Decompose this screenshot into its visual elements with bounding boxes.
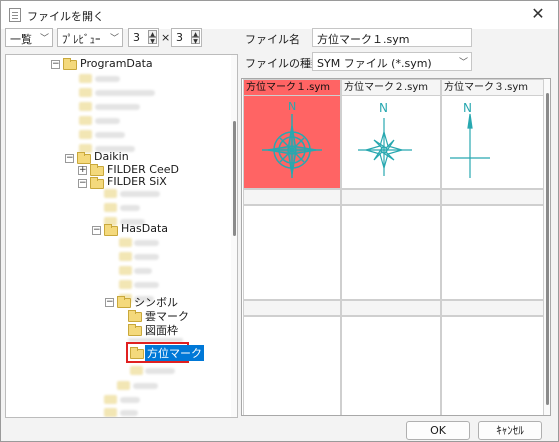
- columns-spin-buttons[interactable]: ▲ ▼: [148, 30, 157, 45]
- tree-node-filder-six[interactable]: FILDER SiX: [107, 175, 167, 188]
- tree-scrollbar[interactable]: [231, 55, 237, 417]
- collapse-icon[interactable]: −: [65, 154, 74, 163]
- spin-down-icon[interactable]: ▼: [148, 37, 157, 45]
- columns-value: 3: [133, 31, 140, 44]
- compass-star-icon: N: [358, 101, 412, 176]
- collapse-icon[interactable]: −: [92, 226, 101, 235]
- tree-node-drawing-frame[interactable]: 図面枠: [145, 322, 178, 338]
- filename-input[interactable]: 方位マーク１.sym: [312, 28, 472, 47]
- tree-node-compass-mark[interactable]: 方位マーク: [145, 345, 204, 361]
- folder-icon: [63, 58, 77, 70]
- title-bar: ファイルを開く ✕: [1, 1, 558, 29]
- tree-node-daikin[interactable]: Daikin: [94, 150, 129, 163]
- svg-text:N: N: [463, 101, 472, 115]
- preview-grid[interactable]: 方位マーク１.sym N 方位マーク２.sym N 方位マーク３.sym N: [241, 78, 551, 416]
- app-icon: [9, 8, 21, 22]
- open-folder-icon: [130, 347, 144, 359]
- open-file-dialog: ファイルを開く ✕ 一覧 ﹀ ﾌﾟﾚﾋﾞｭｰ ﹀ 3 ▲ ▼ × 3 ▲ ▼ − P…: [0, 0, 559, 442]
- preview-cell-2[interactable]: 方位マーク２.sym N: [341, 79, 441, 189]
- grid-scroll-thumb[interactable]: [546, 93, 549, 405]
- collapse-icon[interactable]: −: [51, 60, 60, 69]
- svg-text:N: N: [288, 100, 296, 113]
- rows-stepper[interactable]: 3 ▲ ▼: [171, 28, 202, 47]
- chevron-down-icon: ﹀: [109, 34, 119, 44]
- collapse-icon[interactable]: −: [105, 298, 114, 307]
- preview-cell-empty: [243, 316, 341, 415]
- preview-cell-empty: [341, 316, 441, 415]
- preview-cell-empty: [441, 316, 544, 415]
- folder-icon: [104, 224, 118, 236]
- expand-icon[interactable]: +: [78, 166, 87, 175]
- close-icon: ✕: [531, 4, 545, 23]
- chevron-down-icon: ﹀: [39, 34, 49, 44]
- tree-node-programdata[interactable]: ProgramData: [80, 57, 153, 70]
- folder-tree[interactable]: − ProgramData − Daikin + FILDER CeeD − F…: [5, 54, 238, 418]
- preview-mode-value: ﾌﾟﾚﾋﾞｭｰ: [62, 33, 101, 46]
- folder-icon: [90, 177, 104, 189]
- tree-scroll-thumb[interactable]: [233, 121, 236, 236]
- spin-down-icon[interactable]: ▼: [191, 37, 200, 45]
- close-button[interactable]: ✕: [518, 1, 558, 29]
- compass-rose-icon: N: [262, 100, 322, 178]
- svg-text:N: N: [379, 101, 388, 115]
- preview-cell-empty: [243, 205, 341, 300]
- filename-value: 方位マーク１.sym: [317, 33, 410, 46]
- tree-node-hasdata[interactable]: HasData: [121, 222, 168, 235]
- preview-mode-select[interactable]: ﾌﾟﾚﾋﾞｭｰ ﹀: [57, 28, 123, 47]
- cell-title: 方位マーク２.sym: [342, 80, 440, 96]
- spin-up-icon[interactable]: ▲: [148, 30, 157, 38]
- filename-label: ファイル名: [245, 33, 300, 46]
- preview-cell-empty: [441, 205, 544, 300]
- chevron-down-icon: ﹀: [458, 58, 468, 68]
- folder-icon: [128, 310, 142, 322]
- compass-cross-icon: N: [450, 101, 490, 178]
- preview-cell-1[interactable]: 方位マーク１.sym N: [243, 79, 341, 189]
- columns-stepper[interactable]: 3 ▲ ▼: [128, 28, 159, 47]
- folder-icon: [77, 152, 91, 164]
- filetype-select[interactable]: SYM ファイル (*.sym) ﹀: [312, 52, 472, 71]
- rows-spin-buttons[interactable]: ▲ ▼: [191, 30, 200, 45]
- rows-value: 3: [176, 31, 183, 44]
- folder-icon: [90, 164, 104, 176]
- cancel-button[interactable]: ｷｬﾝｾﾙ: [478, 421, 542, 440]
- filetype-value: SYM ファイル (*.sym): [317, 57, 432, 70]
- filetype-label: ファイルの種類: [245, 57, 322, 70]
- cell-title: 方位マーク３.sym: [442, 80, 543, 96]
- preview-cell-3[interactable]: 方位マーク３.sym N: [441, 79, 544, 189]
- cell-title: 方位マーク１.sym: [244, 80, 340, 96]
- grid-scrollbar[interactable]: [544, 79, 550, 415]
- spin-up-icon[interactable]: ▲: [191, 30, 200, 38]
- times-sign: ×: [161, 31, 171, 44]
- preview-cell-empty: [341, 205, 441, 300]
- window-title: ファイルを開く: [27, 10, 104, 23]
- folder-icon: [128, 324, 142, 336]
- collapse-icon[interactable]: −: [78, 179, 87, 188]
- folder-icon: [117, 296, 131, 308]
- view-mode-value: 一覧: [10, 33, 32, 46]
- ok-button[interactable]: OK: [406, 421, 470, 440]
- view-mode-select[interactable]: 一覧 ﹀: [5, 28, 53, 47]
